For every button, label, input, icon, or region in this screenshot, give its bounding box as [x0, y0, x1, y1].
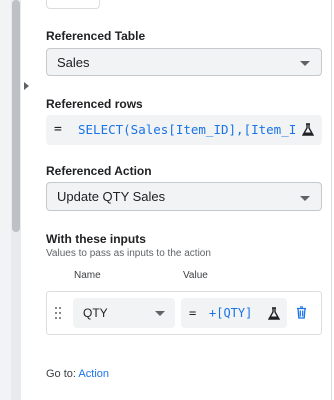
goto-line: Go to: Action — [46, 368, 109, 380]
column-header-value: Value — [183, 270, 208, 281]
drag-handle-icon[interactable] — [55, 307, 63, 319]
referenced-table-label: Referenced Table — [46, 29, 146, 43]
inputs-subtitle: Values to pass as inputs to the action — [46, 248, 211, 259]
referenced-rows-label: Referenced rows — [46, 97, 143, 111]
flask-icon[interactable] — [302, 123, 314, 136]
referenced-action-label: Referenced Action — [46, 164, 152, 178]
goto-action-link[interactable]: Action — [78, 368, 109, 380]
column-header-name: Name — [74, 270, 101, 281]
input-value-expression-field[interactable]: = +[QTY] — [181, 298, 287, 328]
flask-icon[interactable] — [268, 307, 280, 320]
referenced-rows-expression: SELECT(Sales[Item_ID],[Item_I — [78, 122, 297, 137]
expand-arrow-icon[interactable] — [24, 82, 29, 90]
input-name-select[interactable]: QTY — [73, 298, 175, 328]
goto-prefix: Go to: — [46, 368, 76, 380]
referenced-rows-expression-field[interactable]: = SELECT(Sales[Item_ID],[Item_I — [46, 115, 322, 145]
chevron-down-icon — [300, 61, 310, 66]
referenced-action-select[interactable]: Update QTY Sales — [46, 182, 322, 211]
equals-sign: = — [189, 306, 197, 320]
referenced-table-value: Sales — [57, 55, 90, 70]
input-row: QTY = +[QTY] — [46, 291, 322, 335]
input-value-expression: +[QTY] — [209, 306, 253, 320]
previous-field-stub — [46, 0, 100, 9]
chevron-down-icon — [300, 196, 310, 201]
equals-sign: = — [54, 122, 62, 137]
inputs-label: With these inputs — [46, 232, 146, 246]
input-name-value: QTY — [83, 306, 108, 320]
referenced-table-select[interactable]: Sales — [46, 48, 322, 76]
referenced-action-value: Update QTY Sales — [57, 189, 166, 204]
panel-divider — [331, 0, 332, 400]
trash-icon[interactable] — [296, 306, 307, 319]
scrollbar-thumb[interactable] — [12, 0, 20, 232]
chevron-down-icon — [155, 311, 165, 316]
